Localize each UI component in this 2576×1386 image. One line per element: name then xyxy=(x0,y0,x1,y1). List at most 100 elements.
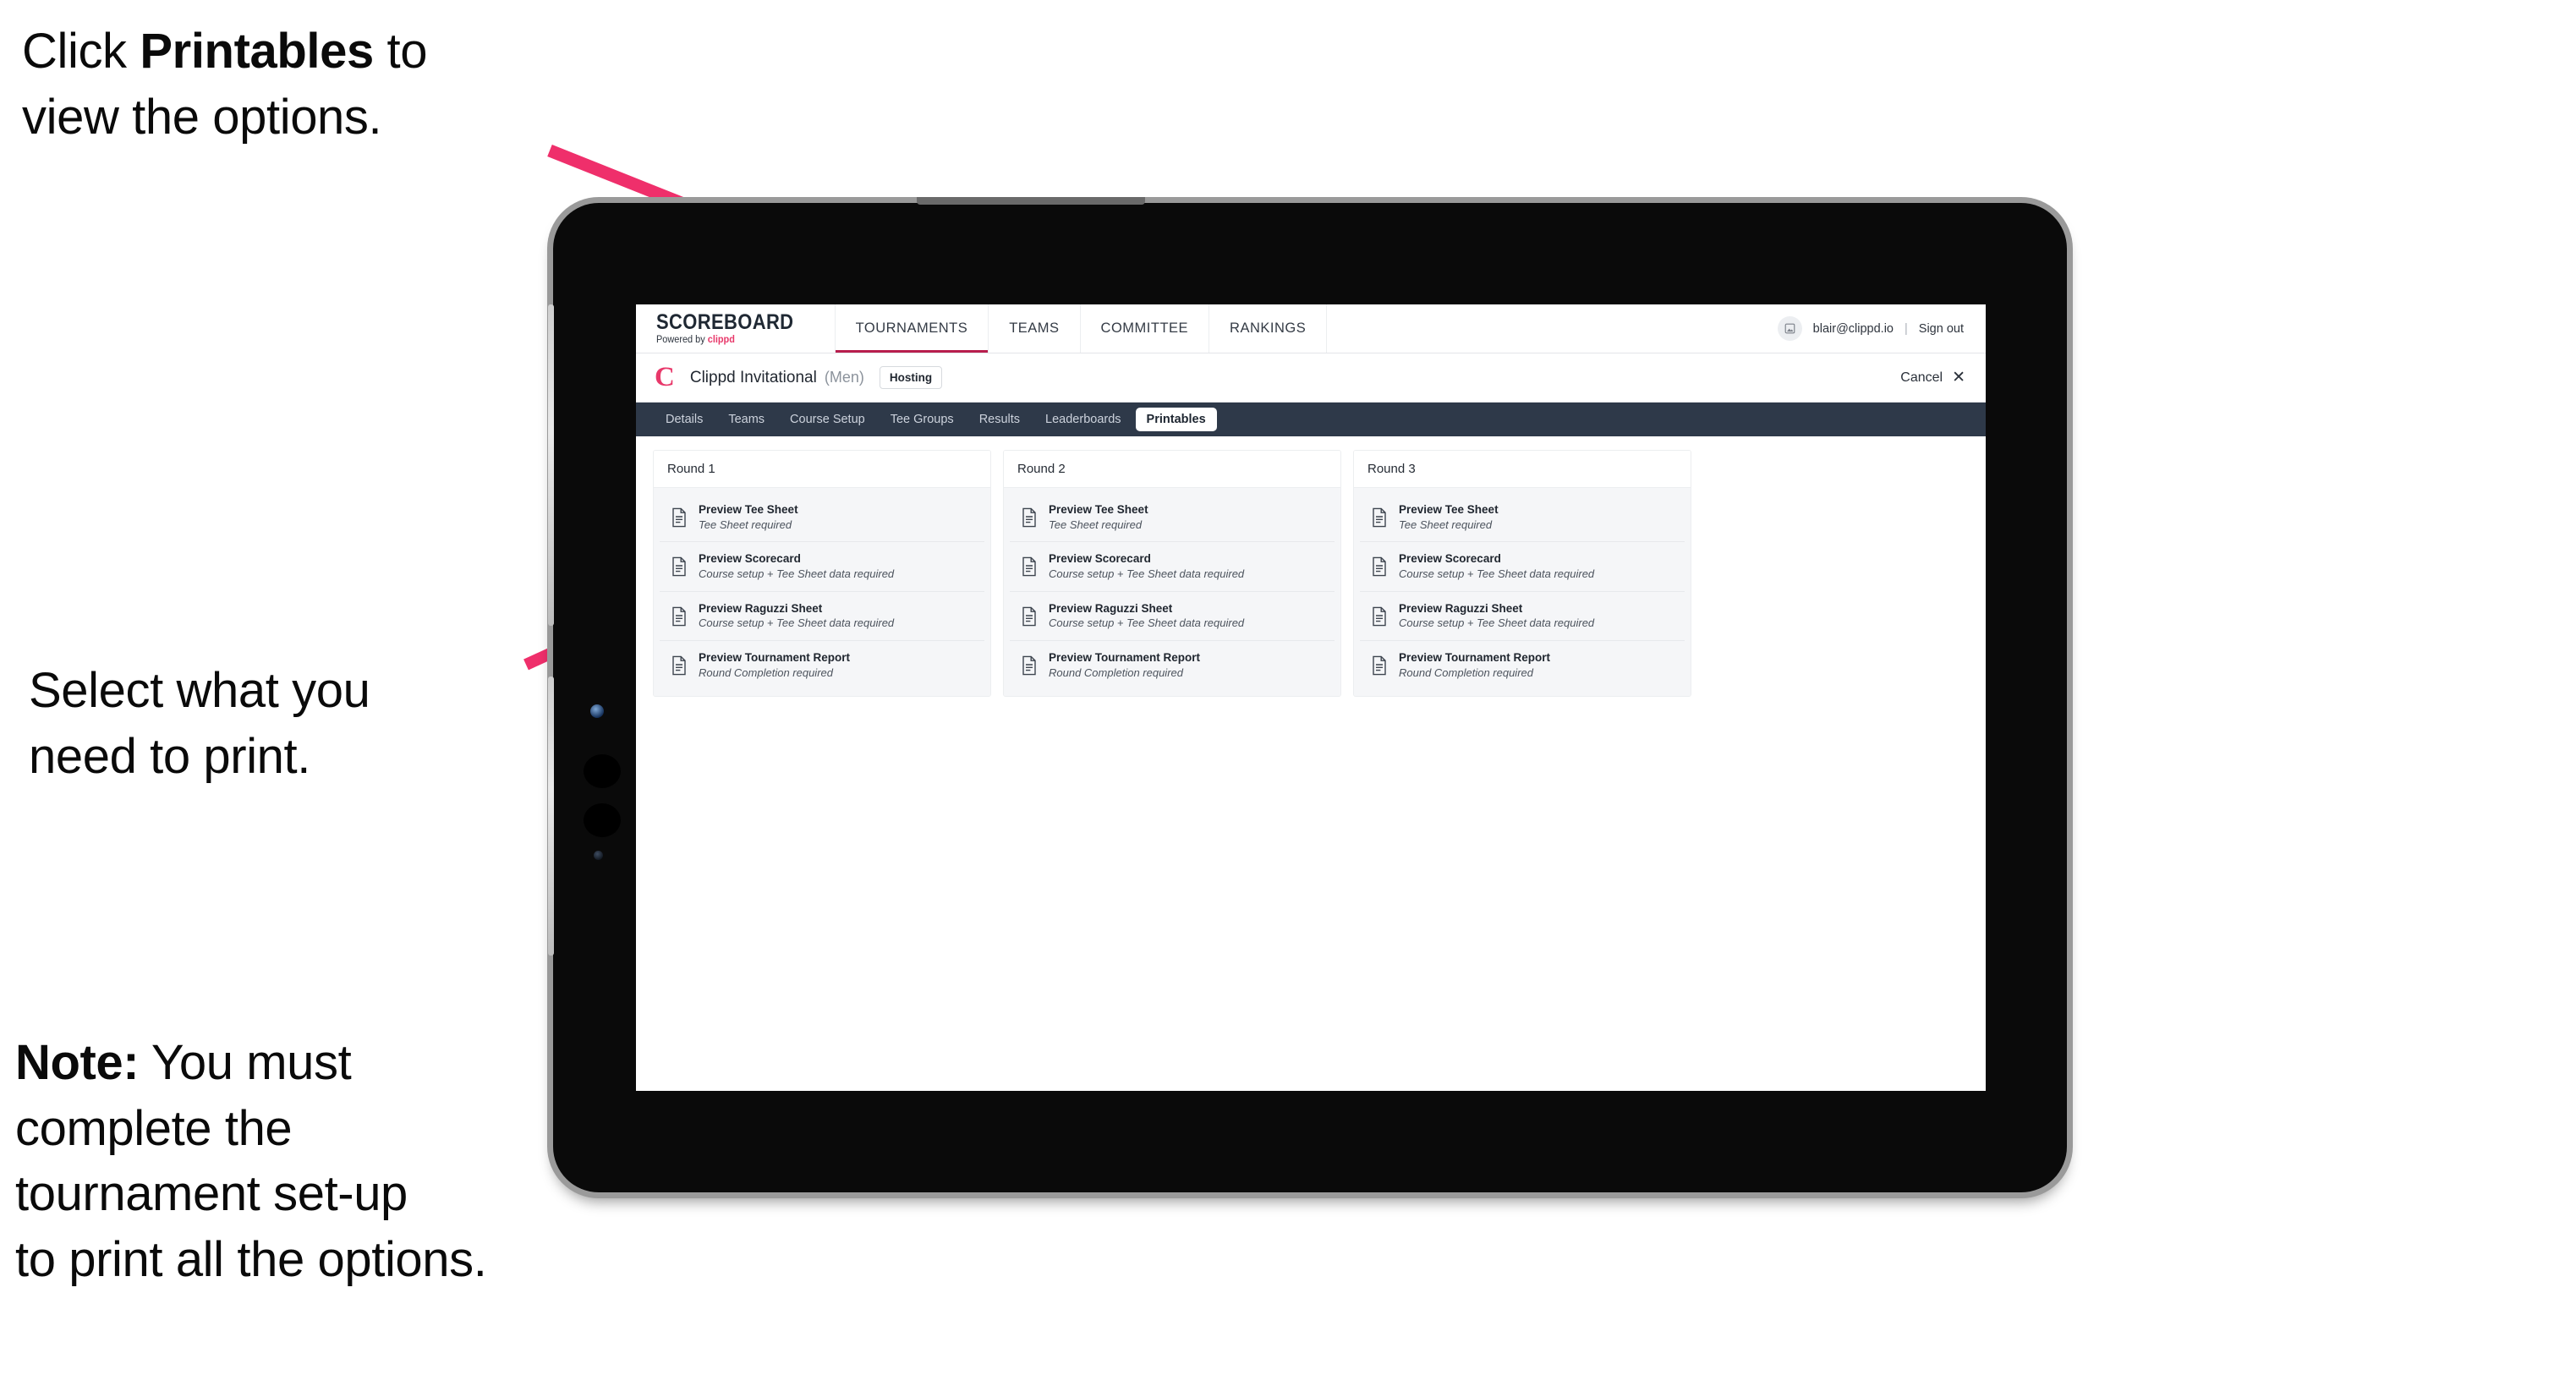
round-items: Preview Tee Sheet Tee Sheet required Pre… xyxy=(654,488,990,696)
printable-text: Preview Tee Sheet Tee Sheet required xyxy=(699,503,798,531)
tab-course-setup[interactable]: Course Setup xyxy=(779,408,876,431)
hosting-badge: Hosting xyxy=(879,365,943,390)
printable-item-tee-sheet[interactable]: Preview Tee Sheet Tee Sheet required xyxy=(1010,493,1335,543)
clippd-logo-icon: C xyxy=(655,362,675,392)
brand-title: SCOREBOARD xyxy=(656,310,794,334)
printable-title: Preview Raguzzi Sheet xyxy=(1399,601,1523,615)
printable-text: Preview Tee Sheet Tee Sheet required xyxy=(1049,503,1148,531)
printable-text: Preview Scorecard Course setup + Tee She… xyxy=(1049,552,1244,580)
tournament-header-bar: C Clippd Invitational (Men) Hosting Canc… xyxy=(636,353,1986,403)
document-icon xyxy=(1021,655,1038,676)
printable-subtitle: Round Completion required xyxy=(1049,666,1183,679)
printable-text: Preview Scorecard Course setup + Tee She… xyxy=(699,552,894,580)
annotation-top-prefix: Click xyxy=(22,24,140,79)
round-column: Round 1 Preview Tee Sheet Tee Sheet requ… xyxy=(653,450,991,697)
tab-label: Teams xyxy=(728,413,765,426)
tab-teams[interactable]: Teams xyxy=(717,408,776,431)
printable-title: Preview Tournament Report xyxy=(1049,651,1201,665)
printable-item-raguzzi-sheet[interactable]: Preview Raguzzi Sheet Course setup + Tee… xyxy=(1010,591,1335,642)
printable-title: Preview Scorecard xyxy=(1399,552,1501,566)
user-avatar-icon[interactable] xyxy=(1777,316,1802,341)
round-title: Round 2 xyxy=(1004,451,1340,488)
document-icon xyxy=(671,556,688,577)
printable-subtitle: Course setup + Tee Sheet data required xyxy=(1049,616,1245,630)
document-icon xyxy=(1371,655,1388,676)
annotation-select-to-print: Select what you need to print. xyxy=(29,663,370,784)
tab-results[interactable]: Results xyxy=(968,408,1031,431)
tournament-gender: (Men) xyxy=(824,369,864,386)
tab-label: Details xyxy=(666,413,704,426)
close-icon: ✕ xyxy=(1952,369,1965,386)
printable-title: Preview Scorecard xyxy=(699,552,801,566)
sign-out-link[interactable]: Sign out xyxy=(1919,322,1964,336)
document-icon xyxy=(1371,606,1388,627)
printable-item-scorecard[interactable]: Preview Scorecard Course setup + Tee She… xyxy=(660,542,984,592)
printable-item-tee-sheet[interactable]: Preview Tee Sheet Tee Sheet required xyxy=(660,493,984,543)
tablet-side-rail-upper xyxy=(548,304,554,626)
printable-title: Preview Tournament Report xyxy=(1399,651,1551,665)
printable-subtitle: Tee Sheet required xyxy=(699,518,792,531)
topnav-item-rankings[interactable]: RANKINGS xyxy=(1209,304,1328,353)
topnav-label: RANKINGS xyxy=(1230,320,1307,336)
tab-label: Printables xyxy=(1146,413,1206,426)
printable-subtitle: Course setup + Tee Sheet data required xyxy=(699,567,895,580)
tab-details[interactable]: Details xyxy=(655,408,714,431)
printable-subtitle: Tee Sheet required xyxy=(1399,518,1493,531)
printable-text: Preview Tournament Report Round Completi… xyxy=(1049,651,1200,679)
round-column: Round 2 Preview Tee Sheet Tee Sheet requ… xyxy=(1003,450,1341,697)
front-camera-icon xyxy=(584,754,621,788)
document-icon xyxy=(1021,606,1038,627)
round-column: Round 3 Preview Tee Sheet Tee Sheet requ… xyxy=(1353,450,1691,697)
printable-subtitle: Round Completion required xyxy=(699,666,833,679)
cancel-button[interactable]: Cancel ✕ xyxy=(1900,370,1965,386)
printable-item-tee-sheet[interactable]: Preview Tee Sheet Tee Sheet required xyxy=(1360,493,1685,543)
brand-logo[interactable]: SCOREBOARD Powered by clippd xyxy=(636,304,836,353)
printable-item-tournament-report[interactable]: Preview Tournament Report Round Completi… xyxy=(1360,641,1685,690)
account-separator: | xyxy=(1905,321,1908,336)
tab-leaderboards[interactable]: Leaderboards xyxy=(1034,408,1132,431)
document-icon xyxy=(1021,556,1038,577)
document-icon xyxy=(1021,507,1038,528)
printable-text: Preview Tee Sheet Tee Sheet required xyxy=(1399,503,1499,531)
topnav-item-committee[interactable]: COMMITTEE xyxy=(1081,304,1210,353)
tournament-name: Clippd Invitational xyxy=(689,368,817,386)
tablet-device: SCOREBOARD Powered by clippd TOURNAMENTS… xyxy=(548,197,2067,1192)
printable-subtitle: Course setup + Tee Sheet data required xyxy=(699,616,895,630)
topnav-item-tournaments[interactable]: TOURNAMENTS xyxy=(835,304,989,353)
printables-content: Round 1 Preview Tee Sheet Tee Sheet requ… xyxy=(636,436,1986,1091)
topnav-spacer xyxy=(1327,304,1777,353)
printable-subtitle: Course setup + Tee Sheet data required xyxy=(1399,567,1595,580)
printable-subtitle: Round Completion required xyxy=(1399,666,1533,679)
printable-text: Preview Raguzzi Sheet Course setup + Tee… xyxy=(699,602,894,630)
tab-label: Tee Groups xyxy=(890,413,954,426)
printable-text: Preview Raguzzi Sheet Course setup + Tee… xyxy=(1049,602,1244,630)
printable-title: Preview Tee Sheet xyxy=(1399,503,1499,516)
printable-text: Preview Tournament Report Round Completi… xyxy=(1399,651,1550,679)
cancel-label: Cancel xyxy=(1900,370,1943,385)
printable-item-scorecard[interactable]: Preview Scorecard Course setup + Tee She… xyxy=(1010,542,1335,592)
printable-title: Preview Scorecard xyxy=(1049,552,1151,566)
round-title: Round 3 xyxy=(1354,451,1691,488)
sensor-led-icon xyxy=(590,704,604,718)
document-icon xyxy=(1371,556,1388,577)
account-email: blair@clippd.io xyxy=(1812,321,1894,336)
printable-title: Preview Tee Sheet xyxy=(699,503,798,516)
ambient-sensor-icon xyxy=(594,851,603,860)
round-title: Round 1 xyxy=(654,451,990,488)
printable-item-scorecard[interactable]: Preview Scorecard Course setup + Tee She… xyxy=(1360,542,1685,592)
tab-printables[interactable]: Printables xyxy=(1135,408,1217,431)
printable-title: Preview Raguzzi Sheet xyxy=(1049,601,1173,615)
topnav-item-teams[interactable]: TEAMS xyxy=(989,304,1081,353)
printable-text: Preview Raguzzi Sheet Course setup + Tee… xyxy=(1399,602,1594,630)
printable-item-raguzzi-sheet[interactable]: Preview Raguzzi Sheet Course setup + Tee… xyxy=(660,591,984,642)
topnav-label: TOURNAMENTS xyxy=(855,320,968,336)
account-area: blair@clippd.io | Sign out xyxy=(1777,304,1986,353)
printable-item-tournament-report[interactable]: Preview Tournament Report Round Completi… xyxy=(660,641,984,690)
brand-powered-prefix: Powered by xyxy=(656,334,708,345)
tab-tee-groups[interactable]: Tee Groups xyxy=(880,408,965,431)
tab-label: Results xyxy=(978,413,1021,426)
printable-item-tournament-report[interactable]: Preview Tournament Report Round Completi… xyxy=(1010,641,1335,690)
document-icon xyxy=(1371,507,1388,528)
document-icon xyxy=(671,606,688,627)
printable-item-raguzzi-sheet[interactable]: Preview Raguzzi Sheet Course setup + Tee… xyxy=(1360,591,1685,642)
